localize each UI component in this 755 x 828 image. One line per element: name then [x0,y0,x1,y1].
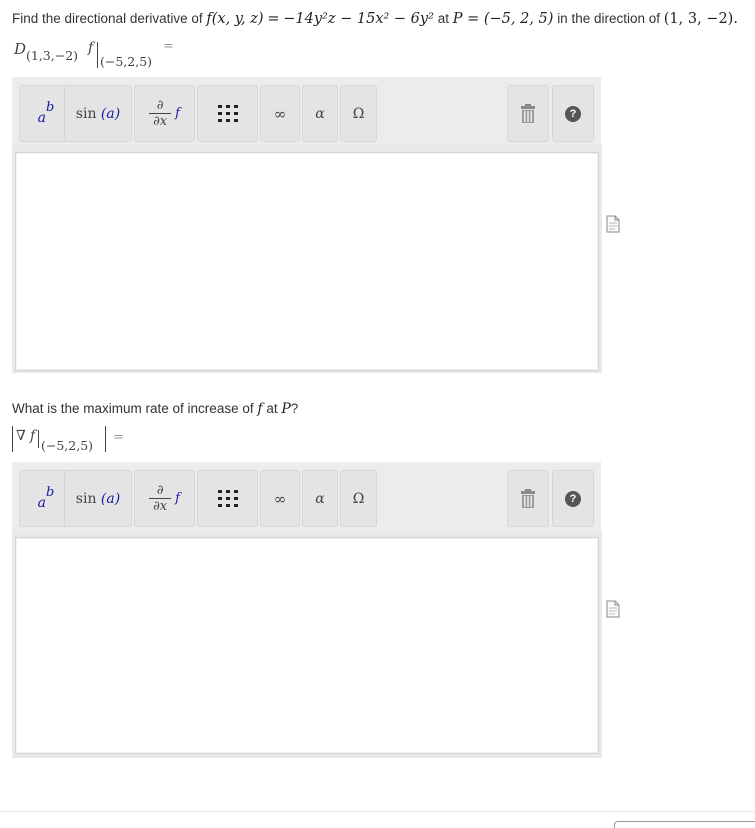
sin-button[interactable]: sin (a) [64,85,132,142]
omega-icon: Ω [352,490,365,507]
infinity-button[interactable]: ∞ [260,470,300,527]
help-icon: ? [565,105,581,122]
bottom-panel-edge [614,821,755,828]
question-2-text: What is the maximum rate of increase of … [12,401,299,417]
alpha-icon: α [315,490,325,507]
prompt-1-equals: = [163,39,174,54]
matrix-icon [217,489,239,509]
clear-button[interactable] [507,85,549,142]
question-1-in-direction: in the direction of [557,11,660,26]
partial-derivative-button[interactable]: ∂ ∂x f [134,470,195,527]
document-icon[interactable] [606,215,620,233]
symbols-omega-button[interactable]: Ω [340,470,377,527]
symbols-omega-button[interactable]: Ω [340,85,377,142]
question-1-at: at [437,11,449,26]
math-toolbar-1: ab sin (a) ∂ ∂x f ∞ α Ω ? [12,77,601,145]
infinity-icon: ∞ [273,104,287,123]
function-lhs: f(x, y, z) [206,11,264,27]
question-1-find: Find the directional derivative of [12,11,203,26]
function-rhs: −14y²z − 15x² − 6y² [283,11,434,27]
prompt-2-eval-point: (−5,2,5) [41,438,94,453]
omega-icon: Ω [352,105,365,122]
trash-icon [520,488,536,509]
prompt-1-eval-bar [97,42,98,68]
prompt-2-nabla: ∇ [16,428,26,444]
clear-button[interactable] [507,470,549,527]
direction-vector: (1, 3, −2). [663,11,738,27]
document-icon[interactable] [606,600,620,618]
trash-icon [520,103,536,124]
alpha-icon: α [315,105,325,122]
partial-derivative-button[interactable]: ∂ ∂x f [134,85,195,142]
infinity-button[interactable]: ∞ [260,85,300,142]
equals-sign: = [267,11,280,27]
page-divider [0,811,755,812]
answer-2-input[interactable] [15,537,599,754]
prompt-2-f: f [30,428,36,444]
point-p: P = (−5, 2, 5) [452,11,554,27]
prompt-1-direction-sub: (1,3,−2) [26,48,79,63]
help-icon: ? [565,490,581,507]
matrix-icon [217,104,239,124]
prompt-1-f: f [88,40,94,56]
greek-alpha-button[interactable]: α [302,470,338,527]
sin-button[interactable]: sin (a) [64,470,132,527]
infinity-icon: ∞ [273,489,287,508]
help-button[interactable]: ? [552,85,594,142]
help-button[interactable]: ? [552,470,594,527]
prompt-2-equals: = [113,430,124,445]
prompt-1-eval-point: (−5,2,5) [100,54,153,69]
answer-1-input[interactable] [15,152,599,371]
matrix-button[interactable] [197,470,258,527]
greek-alpha-button[interactable]: α [302,85,338,142]
matrix-button[interactable] [197,85,258,142]
question-1-text: Find the directional derivative of f(x, … [12,11,752,27]
prompt-1-D: D [14,40,27,58]
math-toolbar-2: ab sin (a) ∂ ∂x f ∞ α Ω ? [12,462,601,530]
